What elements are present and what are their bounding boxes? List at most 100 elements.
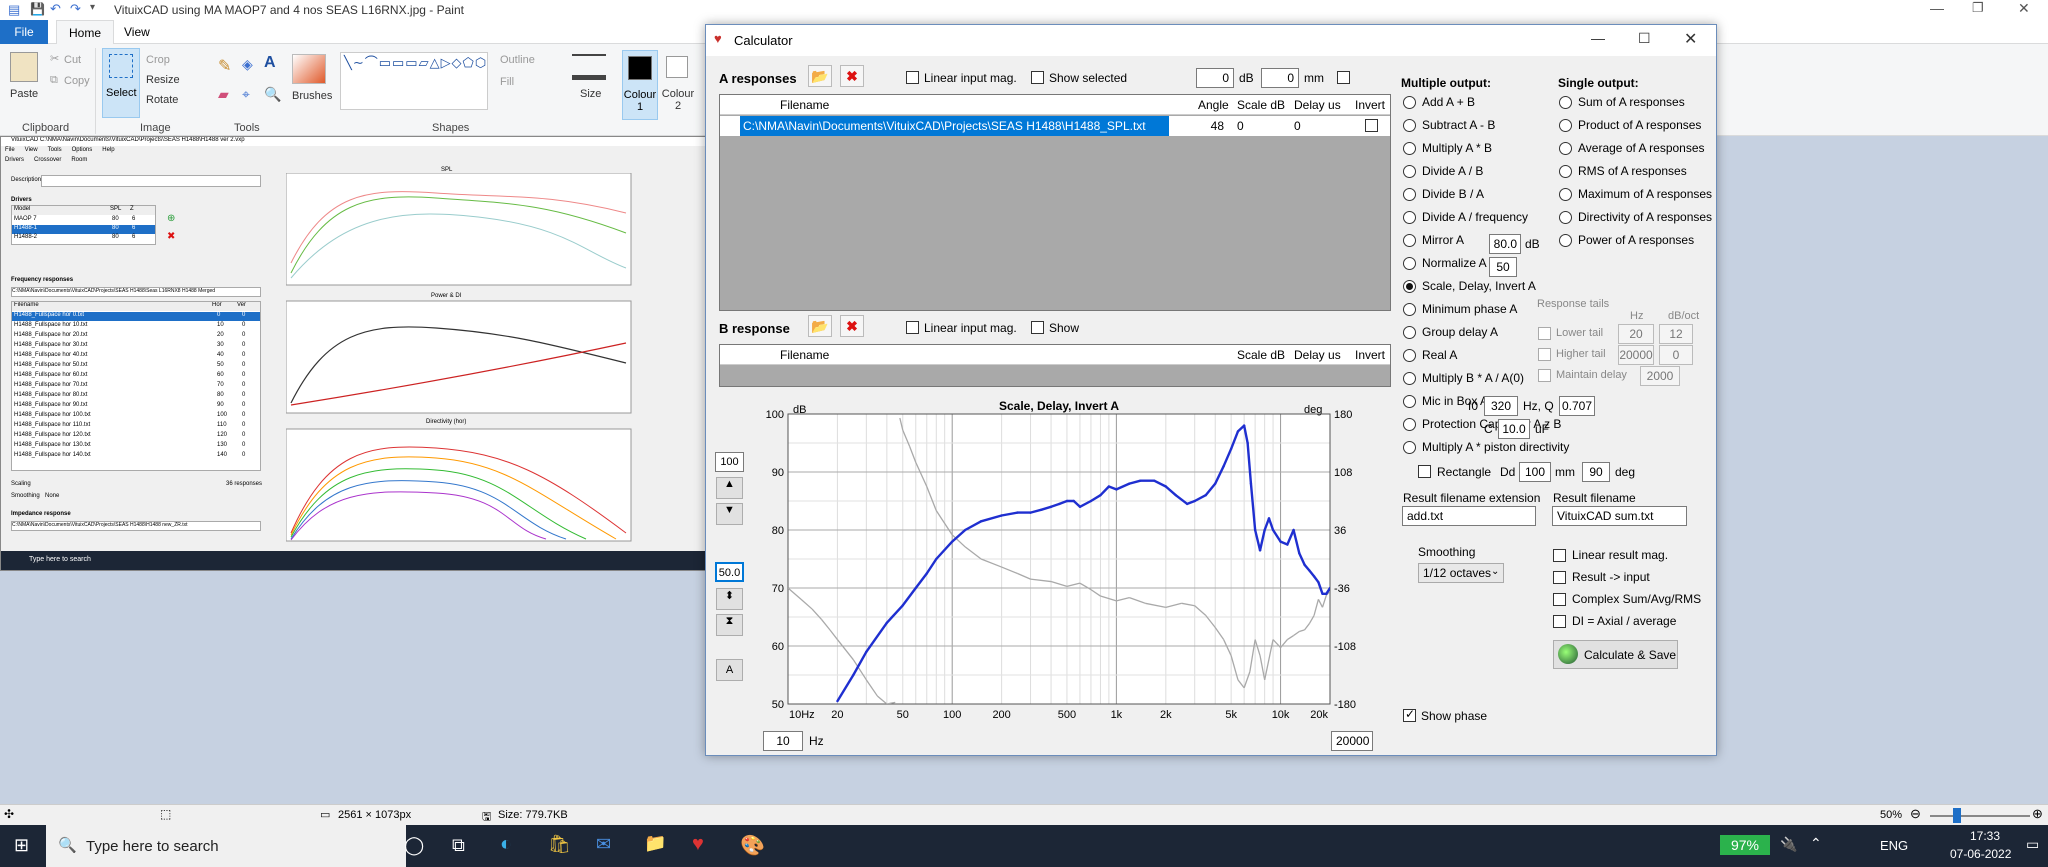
mm-offset-input[interactable]: 0 xyxy=(1261,68,1299,88)
mail-icon[interactable]: ✉ xyxy=(596,834,611,855)
multi-radio[interactable] xyxy=(1403,372,1416,385)
resize-button[interactable]: Resize xyxy=(146,74,180,86)
multi-radio[interactable] xyxy=(1403,188,1416,201)
maximize-icon[interactable]: ❐ xyxy=(1972,0,1984,16)
multi-radio[interactable] xyxy=(1403,211,1416,224)
minimize-icon[interactable]: — xyxy=(1591,30,1605,46)
minimize-icon[interactable]: — xyxy=(1930,0,1944,16)
b-linear-input-checkbox[interactable] xyxy=(906,321,919,334)
multi-radio[interactable] xyxy=(1403,418,1416,431)
outline-button[interactable]: Outline xyxy=(500,54,535,66)
auto-scale-button[interactable]: A xyxy=(716,659,743,681)
multi-radio[interactable] xyxy=(1403,96,1416,109)
shapes-gallery[interactable]: ╲∼⌒▭▭▭▱△▷◇⬠⬡→←↑↓✦✧★☆▭◯♡⚡ xyxy=(340,52,488,110)
crop-button[interactable]: Crop xyxy=(146,54,170,66)
multi-radio[interactable] xyxy=(1403,280,1416,293)
mic-f0-input[interactable]: 320 xyxy=(1484,396,1518,416)
multi-radio[interactable] xyxy=(1403,303,1416,316)
b-response-grid[interactable]: Filename Scale dB Delay us Invert xyxy=(719,344,1391,387)
multi-radio[interactable] xyxy=(1403,119,1416,132)
show-phase-checkbox[interactable]: ✓ xyxy=(1403,707,1416,722)
single-radio[interactable] xyxy=(1559,96,1572,109)
zoom-out-icon[interactable]: ⊖ xyxy=(1910,806,1921,822)
lower-tail-checkbox[interactable] xyxy=(1538,327,1551,340)
paint-taskbar-icon[interactable]: 🎨 xyxy=(740,833,765,858)
multi-radio[interactable] xyxy=(1403,326,1416,339)
copy-button[interactable]: Copy xyxy=(64,75,90,87)
result-option-checkbox[interactable] xyxy=(1553,571,1566,584)
size-button[interactable]: Size xyxy=(580,88,601,100)
clock-date[interactable]: 07-06-2022 xyxy=(1950,847,2011,861)
range-fit-button[interactable]: ⧗ xyxy=(716,614,743,636)
brushes-button[interactable]: Brushes xyxy=(292,90,332,102)
multi-radio[interactable] xyxy=(1403,257,1416,270)
canvas-image[interactable]: VituixCAD C:\NMA\Navin\Documents\VituixC… xyxy=(0,136,706,571)
rect-dd-input[interactable]: 100 xyxy=(1519,462,1551,482)
windows-start-icon[interactable]: ⊞ xyxy=(14,835,29,856)
mic-q-input[interactable]: 0.707 xyxy=(1559,396,1595,416)
maximize-icon[interactable]: ☐ xyxy=(1638,30,1651,47)
result-option-checkbox[interactable] xyxy=(1553,593,1566,606)
result-plot[interactable]: Scale, Delay, Invert A dB deg 10Hz 20 50 10… xyxy=(754,399,1364,729)
single-radio[interactable] xyxy=(1559,211,1572,224)
paste-button[interactable]: Paste xyxy=(10,88,38,100)
task-view-icon[interactable]: ⧉ xyxy=(452,835,465,856)
qat-dropdown-icon[interactable]: ▾ xyxy=(90,2,95,13)
multi-radio[interactable] xyxy=(1403,142,1416,155)
tab-view[interactable]: View xyxy=(112,20,162,44)
freq-max-input[interactable]: 20000 xyxy=(1331,731,1373,751)
rotate-button[interactable]: Rotate xyxy=(146,94,178,106)
range-up-button[interactable]: ▲ xyxy=(716,477,743,499)
linear-input-checkbox[interactable] xyxy=(906,71,919,84)
colour1-button[interactable]: Colour 1 xyxy=(622,50,658,120)
delete-icon[interactable]: ✖ xyxy=(840,315,864,337)
a-grid-row[interactable]: C:\NMA\Navin\Documents\VituixCAD\Project… xyxy=(720,116,1390,136)
cut-button[interactable]: Cut xyxy=(64,54,81,66)
colour2-swatch[interactable] xyxy=(666,56,688,78)
freq-min-input[interactable]: 10 xyxy=(763,731,803,751)
select-button[interactable]: Select xyxy=(102,48,140,118)
b-show-checkbox[interactable] xyxy=(1031,321,1044,334)
single-radio[interactable] xyxy=(1559,165,1572,178)
prot-c-input[interactable]: 10.0 xyxy=(1498,419,1530,439)
tab-file[interactable]: File xyxy=(0,20,48,44)
range-down-button[interactable]: ▼ xyxy=(716,503,743,525)
close-icon[interactable]: ✕ xyxy=(1684,29,1697,49)
maintain-delay-input[interactable]: 2000 xyxy=(1640,366,1680,386)
magnifier-icon[interactable]: 🔍 xyxy=(264,86,281,103)
zoom-slider-thumb[interactable] xyxy=(1953,808,1961,823)
open-folder-icon[interactable]: 📂 xyxy=(808,315,832,337)
single-radio[interactable] xyxy=(1559,142,1572,155)
higher-tail-checkbox[interactable] xyxy=(1538,348,1551,361)
show-selected-checkbox[interactable] xyxy=(1031,71,1044,84)
result-option-checkbox[interactable] xyxy=(1553,615,1566,628)
multi-radio[interactable] xyxy=(1403,441,1416,454)
a-row-filename[interactable]: C:\NMA\Navin\Documents\VituixCAD\Project… xyxy=(740,116,1169,136)
mirror-input[interactable]: 80.0 xyxy=(1489,234,1521,254)
single-radio[interactable] xyxy=(1559,188,1572,201)
calculate-save-button[interactable]: Calculate & Save xyxy=(1553,640,1678,669)
vituixcad-taskbar-icon[interactable]: ♥ xyxy=(692,833,704,856)
close-icon[interactable]: ✕ xyxy=(2018,0,2030,17)
result-ext-input[interactable]: add.txt xyxy=(1402,506,1536,526)
offset-checkbox[interactable] xyxy=(1337,71,1350,84)
delete-icon[interactable]: ✖ xyxy=(840,65,864,87)
tab-home[interactable]: Home xyxy=(56,20,115,44)
smoothing-select[interactable]: 1/12 octaves ⌄ xyxy=(1418,563,1504,583)
single-radio[interactable] xyxy=(1559,119,1572,132)
a-row-invert-checkbox[interactable] xyxy=(1365,119,1378,132)
result-option-checkbox[interactable] xyxy=(1553,549,1566,562)
open-folder-icon[interactable]: 📂 xyxy=(808,65,832,87)
zoom-slider-track[interactable] xyxy=(1930,815,2030,817)
redo-icon[interactable]: ↷ xyxy=(70,1,81,17)
lower-tail-db-input[interactable]: 12 xyxy=(1659,324,1693,344)
single-radio[interactable] xyxy=(1559,234,1572,247)
lower-tail-hz-input[interactable]: 20 xyxy=(1618,324,1654,344)
higher-tail-hz-input[interactable]: 20000 xyxy=(1618,345,1654,365)
fill-bucket-icon[interactable]: ◈ xyxy=(242,56,253,73)
normalize-input[interactable]: 50 xyxy=(1489,257,1517,277)
multi-radio[interactable] xyxy=(1403,234,1416,247)
a-row-scale[interactable]: 0 xyxy=(1237,119,1244,133)
result-name-input[interactable]: VituixCAD sum.txt xyxy=(1552,506,1687,526)
multi-radio[interactable] xyxy=(1403,165,1416,178)
